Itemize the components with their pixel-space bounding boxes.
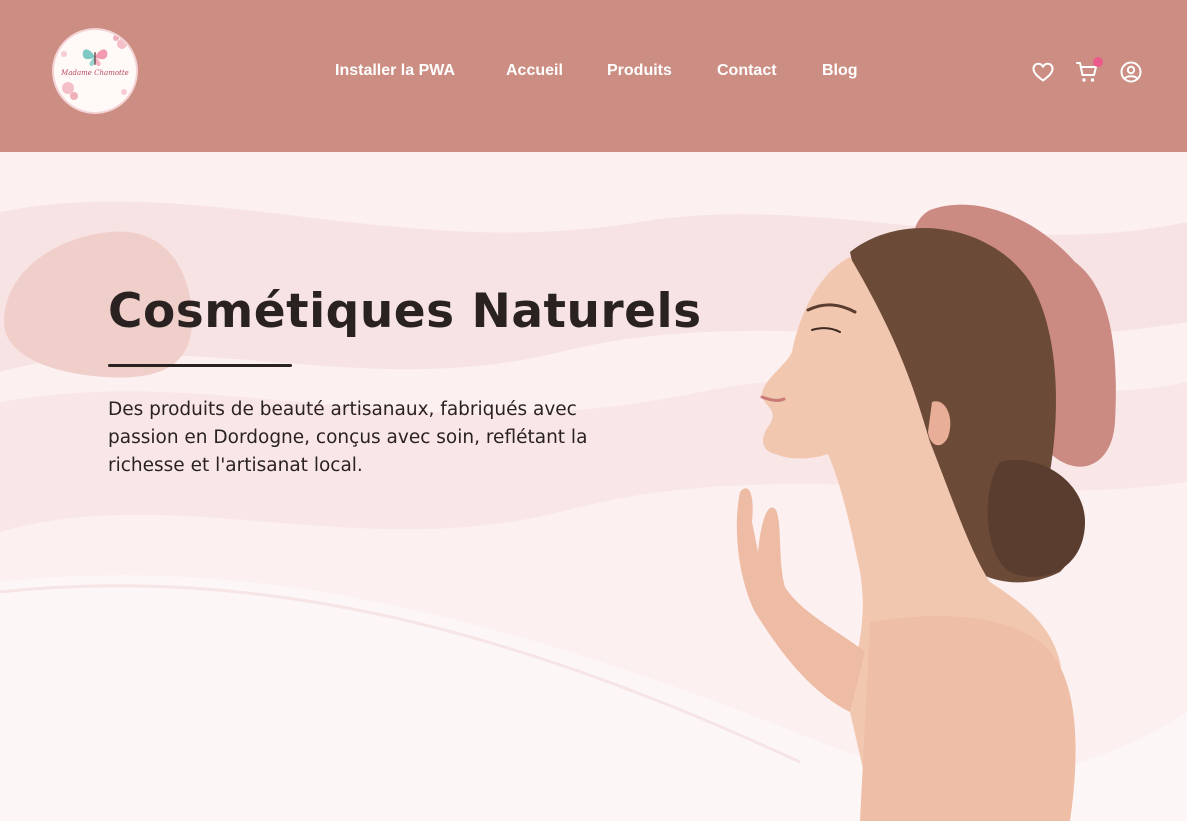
- main-nav: Installer la PWA Accueil Produits Contac…: [0, 0, 1187, 152]
- site-header: Madame Chamotte Installer la PWA Accueil…: [0, 0, 1187, 152]
- nav-blog[interactable]: Blog: [822, 62, 858, 80]
- hero-description: Des produits de beauté artisanaux, fabri…: [108, 399, 588, 476]
- hero-section: Cosmétiques Naturels Des produits de bea…: [0, 152, 1187, 821]
- nav-contact[interactable]: Contact: [717, 62, 777, 80]
- logo-text: Madame Chamotte: [61, 69, 129, 77]
- hero-title: Cosmétiques Naturels: [108, 284, 702, 339]
- cart-badge: [1093, 57, 1103, 67]
- heart-icon: [1032, 62, 1054, 82]
- nav-accueil[interactable]: Accueil: [506, 62, 563, 80]
- cart-button[interactable]: [1075, 57, 1103, 84]
- nav-produits[interactable]: Produits: [607, 62, 672, 80]
- nav-install-pwa[interactable]: Installer la PWA: [335, 62, 455, 80]
- user-icon: [1120, 61, 1142, 83]
- title-underline: [108, 364, 292, 367]
- account-button[interactable]: [1119, 60, 1143, 84]
- model-portrait-image: [736, 228, 1085, 821]
- wishlist-button[interactable]: [1031, 60, 1055, 84]
